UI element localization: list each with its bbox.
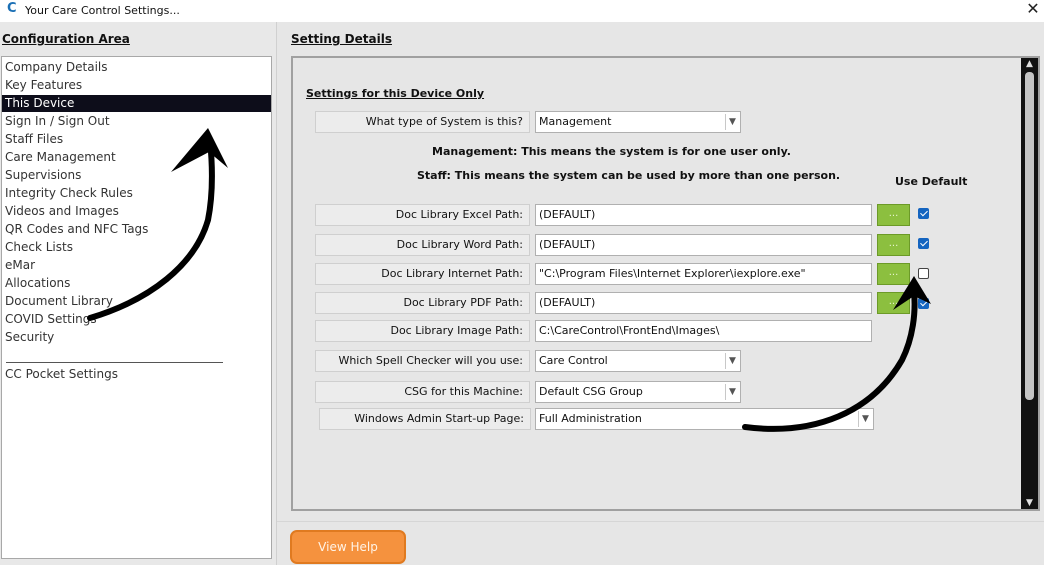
section-title: Settings for this Device Only xyxy=(306,87,485,100)
info-management: Management: This means the system is for… xyxy=(432,145,791,158)
setting-details-title: Setting Details xyxy=(291,32,392,46)
title-bar: C Your Care Control Settings... ✕ xyxy=(0,0,1044,22)
pdf-use-default-checkbox[interactable] xyxy=(918,298,929,309)
config-item-covid-settings[interactable]: COVID Settings xyxy=(2,311,271,328)
startup-page-select[interactable]: Full Administration ▼ xyxy=(535,408,874,430)
chevron-down-icon: ▼ xyxy=(725,114,739,130)
image-path-input[interactable]: C:\CareControl\FrontEnd\Images\ xyxy=(535,320,872,342)
internet-path-input[interactable]: "C:\Program Files\Internet Explorer\iexp… xyxy=(535,263,872,285)
spell-checker-select[interactable]: Care Control ▼ xyxy=(535,350,741,372)
configuration-list: Company Details Key Features This Device… xyxy=(1,56,272,559)
internet-use-default-checkbox[interactable] xyxy=(918,268,929,279)
config-item-videos-and-images[interactable]: Videos and Images xyxy=(2,203,271,220)
excel-path-input[interactable]: (DEFAULT) xyxy=(535,204,872,226)
spell-checker-label: Which Spell Checker will you use: xyxy=(315,350,530,372)
scroll-thumb[interactable] xyxy=(1025,72,1034,400)
chevron-down-icon: ▼ xyxy=(858,411,872,427)
info-staff: Staff: This means the system can be used… xyxy=(417,169,841,182)
system-type-value: Management xyxy=(539,115,612,128)
chevron-down-icon: ▼ xyxy=(725,353,739,369)
config-item-emar[interactable]: eMar xyxy=(2,257,271,274)
pdf-path-input[interactable]: (DEFAULT) xyxy=(535,292,872,314)
config-item-document-library[interactable]: Document Library xyxy=(2,293,271,310)
view-help-button[interactable]: View Help xyxy=(290,530,406,564)
config-item-sign-in-sign-out[interactable]: Sign In / Sign Out xyxy=(2,113,271,130)
excel-use-default-checkbox[interactable] xyxy=(918,208,929,219)
care-control-logo-icon: C xyxy=(7,1,17,16)
config-item-qr-codes-nfc-tags[interactable]: QR Codes and NFC Tags xyxy=(2,221,271,238)
internet-browse-button[interactable]: ... xyxy=(877,263,910,285)
config-item-care-management[interactable]: Care Management xyxy=(2,149,271,166)
config-item-check-lists[interactable]: Check Lists xyxy=(2,239,271,256)
config-item-allocations[interactable]: Allocations xyxy=(2,275,271,292)
image-path-label: Doc Library Image Path: xyxy=(315,320,530,342)
configuration-area-title: Configuration Area xyxy=(2,32,130,46)
config-item-key-features[interactable]: Key Features xyxy=(2,77,271,94)
word-path-label: Doc Library Word Path: xyxy=(315,234,530,256)
word-path-input[interactable]: (DEFAULT) xyxy=(535,234,872,256)
config-item-this-device[interactable]: This Device xyxy=(2,95,271,112)
configuration-area-panel: Configuration Area Company Details Key F… xyxy=(0,22,277,565)
list-divider xyxy=(6,362,223,363)
csg-select[interactable]: Default CSG Group ▼ xyxy=(535,381,741,403)
scroll-up-icon[interactable]: ▲ xyxy=(1021,58,1038,70)
csg-label: CSG for this Machine: xyxy=(315,381,530,403)
config-item-security[interactable]: Security xyxy=(2,329,271,346)
config-item-staff-files[interactable]: Staff Files xyxy=(2,131,271,148)
system-type-label: What type of System is this? xyxy=(315,111,530,133)
startup-page-label: Windows Admin Start-up Page: xyxy=(319,408,531,430)
spell-checker-value: Care Control xyxy=(539,354,608,367)
excel-browse-button[interactable]: ... xyxy=(877,204,910,226)
excel-path-label: Doc Library Excel Path: xyxy=(315,204,530,226)
use-default-heading: Use Default xyxy=(895,175,968,188)
window-title: Your Care Control Settings... xyxy=(25,4,180,17)
vertical-scrollbar[interactable]: ▲ ▼ xyxy=(1021,58,1038,509)
chevron-down-icon: ▼ xyxy=(725,384,739,400)
scroll-down-icon[interactable]: ▼ xyxy=(1021,497,1038,509)
config-item-company-details[interactable]: Company Details xyxy=(2,59,271,76)
internet-path-label: Doc Library Internet Path: xyxy=(315,263,530,285)
pdf-browse-button[interactable]: ... xyxy=(877,292,910,314)
word-browse-button[interactable]: ... xyxy=(877,234,910,256)
pdf-path-label: Doc Library PDF Path: xyxy=(315,292,530,314)
system-type-select[interactable]: Management ▼ xyxy=(535,111,741,133)
close-icon[interactable]: ✕ xyxy=(1022,0,1044,20)
csg-value: Default CSG Group xyxy=(539,385,643,398)
config-item-supervisions[interactable]: Supervisions xyxy=(2,167,271,184)
startup-page-value: Full Administration xyxy=(539,412,642,425)
config-item-integrity-check-rules[interactable]: Integrity Check Rules xyxy=(2,185,271,202)
config-item-cc-pocket-settings[interactable]: CC Pocket Settings xyxy=(2,366,271,383)
word-use-default-checkbox[interactable] xyxy=(918,238,929,249)
